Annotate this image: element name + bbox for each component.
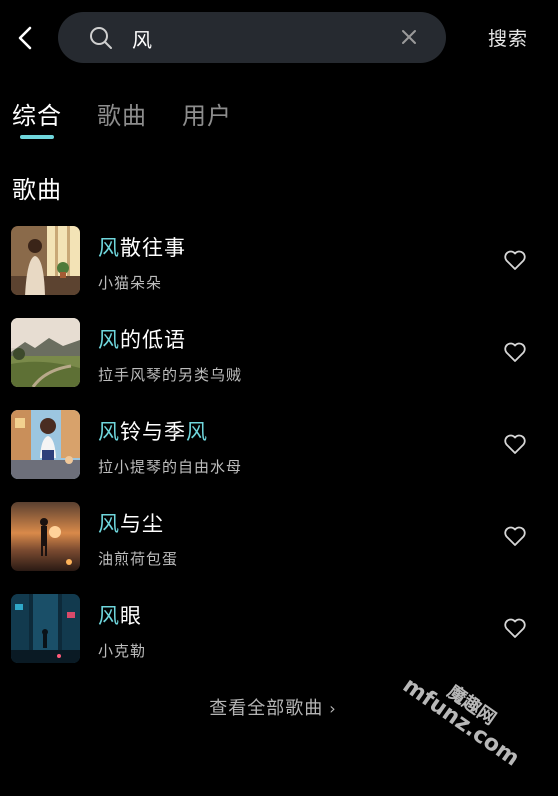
song-artist: 小克勒	[98, 642, 147, 660]
search-bar[interactable]	[58, 12, 446, 63]
cover-image	[11, 226, 80, 295]
search-button[interactable]: 搜索	[488, 24, 528, 51]
search-input[interactable]	[132, 21, 382, 55]
cover-image	[11, 594, 80, 663]
heart-icon[interactable]	[503, 341, 527, 363]
tab-songs[interactable]: 歌曲	[97, 96, 147, 131]
song-title: 风散往事	[98, 236, 186, 260]
song-artist: 拉小提琴的自由水母	[98, 458, 243, 476]
cover-image	[11, 410, 80, 479]
song-artist: 拉手风琴的另类乌贼	[98, 366, 243, 384]
song-title: 风与尘	[98, 512, 164, 536]
heart-icon[interactable]	[503, 617, 527, 639]
back-arrow-icon[interactable]	[12, 24, 40, 52]
song-artist: 油煎荷包蛋	[98, 550, 179, 568]
heart-icon[interactable]	[503, 433, 527, 455]
song-item[interactable]: 风与尘 油煎荷包蛋	[0, 494, 558, 574]
top-bar: 搜索	[0, 0, 558, 76]
song-item[interactable]: 风眼 小克勒	[0, 586, 558, 666]
cover-image	[11, 318, 80, 387]
result-tabs: 综合 歌曲 用户	[0, 96, 558, 144]
search-icon	[89, 26, 113, 50]
song-artist: 小猫朵朵	[98, 274, 163, 292]
song-item[interactable]: 风铃与季风 拉小提琴的自由水母	[0, 402, 558, 482]
cover-image	[11, 502, 80, 571]
song-item[interactable]: 风散往事 小猫朵朵	[0, 218, 558, 298]
song-title: 风眼	[98, 604, 142, 628]
song-item[interactable]: 风的低语 拉手风琴的另类乌贼	[0, 310, 558, 390]
heart-icon[interactable]	[503, 525, 527, 547]
chevron-right-icon: ›	[329, 699, 337, 718]
song-title: 风铃与季风	[98, 420, 208, 444]
song-title: 风的低语	[98, 328, 186, 352]
heart-icon[interactable]	[503, 249, 527, 271]
view-all-label: 查看全部歌曲	[209, 698, 324, 719]
active-tab-indicator	[20, 135, 54, 139]
tab-users[interactable]: 用户	[182, 96, 232, 131]
tab-all[interactable]: 综合	[12, 96, 62, 131]
section-title: 歌曲	[12, 176, 62, 204]
watermark: 魔趣网 mfunz.com	[391, 655, 556, 796]
clear-icon[interactable]	[399, 27, 419, 47]
